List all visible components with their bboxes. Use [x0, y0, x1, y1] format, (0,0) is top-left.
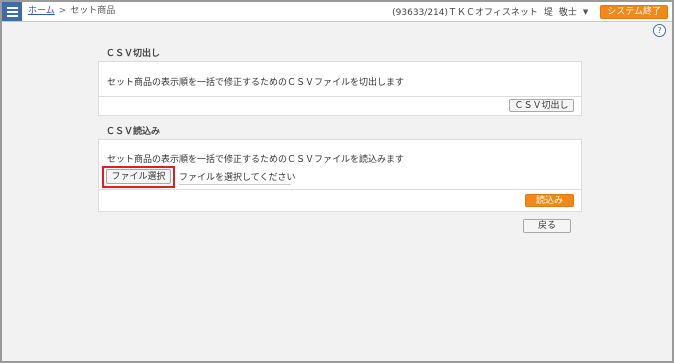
export-description: セット商品の表示順を一括で修正するためのＣＳＶファイルを切出します [107, 78, 405, 88]
file-select-button[interactable]: ファイル選択 [106, 169, 171, 184]
back-button[interactable]: 戻る [523, 219, 571, 233]
export-section-title: ＣＳＶ切出し [106, 49, 161, 59]
import-section-title: ＣＳＶ読込み [106, 127, 161, 137]
export-panel-footer: ＣＳＶ切出し [99, 96, 581, 115]
header-user-area: (93633/214)ＴＫＣオフィスネット 堤 敬士 ▼ システム終了 [392, 4, 668, 19]
file-name-label: ファイルを選択してください [179, 170, 295, 185]
breadcrumb-current: セット商品 [70, 6, 116, 16]
csv-export-button[interactable]: ＣＳＶ切出し [509, 99, 574, 112]
import-description: セット商品の表示順を一括で修正するためのＣＳＶファイルを読込みます [107, 155, 405, 165]
breadcrumb-separator: > [58, 6, 67, 16]
hamburger-menu-icon[interactable] [2, 2, 22, 21]
import-submit-button[interactable]: 読込み [525, 194, 574, 207]
help-icon[interactable]: ? [653, 24, 666, 37]
system-exit-button[interactable]: システム終了 [600, 4, 668, 19]
office-info: (93633/214)ＴＫＣオフィスネット [392, 8, 538, 18]
import-panel-footer: 読込み [99, 189, 581, 211]
user-dropdown-icon[interactable]: ▼ [583, 8, 588, 16]
user-last-name: 堤 [543, 8, 553, 18]
header-bar: ホーム > セット商品 (93633/214)ＴＫＣオフィスネット 堤 敬士 ▼ シ… [2, 2, 672, 22]
export-panel: セット商品の表示順を一括で修正するためのＣＳＶファイルを切出します ＣＳＶ切出し [98, 61, 582, 116]
breadcrumb: ホーム > セット商品 [28, 5, 115, 18]
breadcrumb-home-link[interactable]: ホーム [28, 6, 55, 16]
app-window: ホーム > セット商品 (93633/214)ＴＫＣオフィスネット 堤 敬士 ▼ シ… [0, 0, 674, 363]
user-first-name[interactable]: 敬士 [559, 5, 577, 18]
